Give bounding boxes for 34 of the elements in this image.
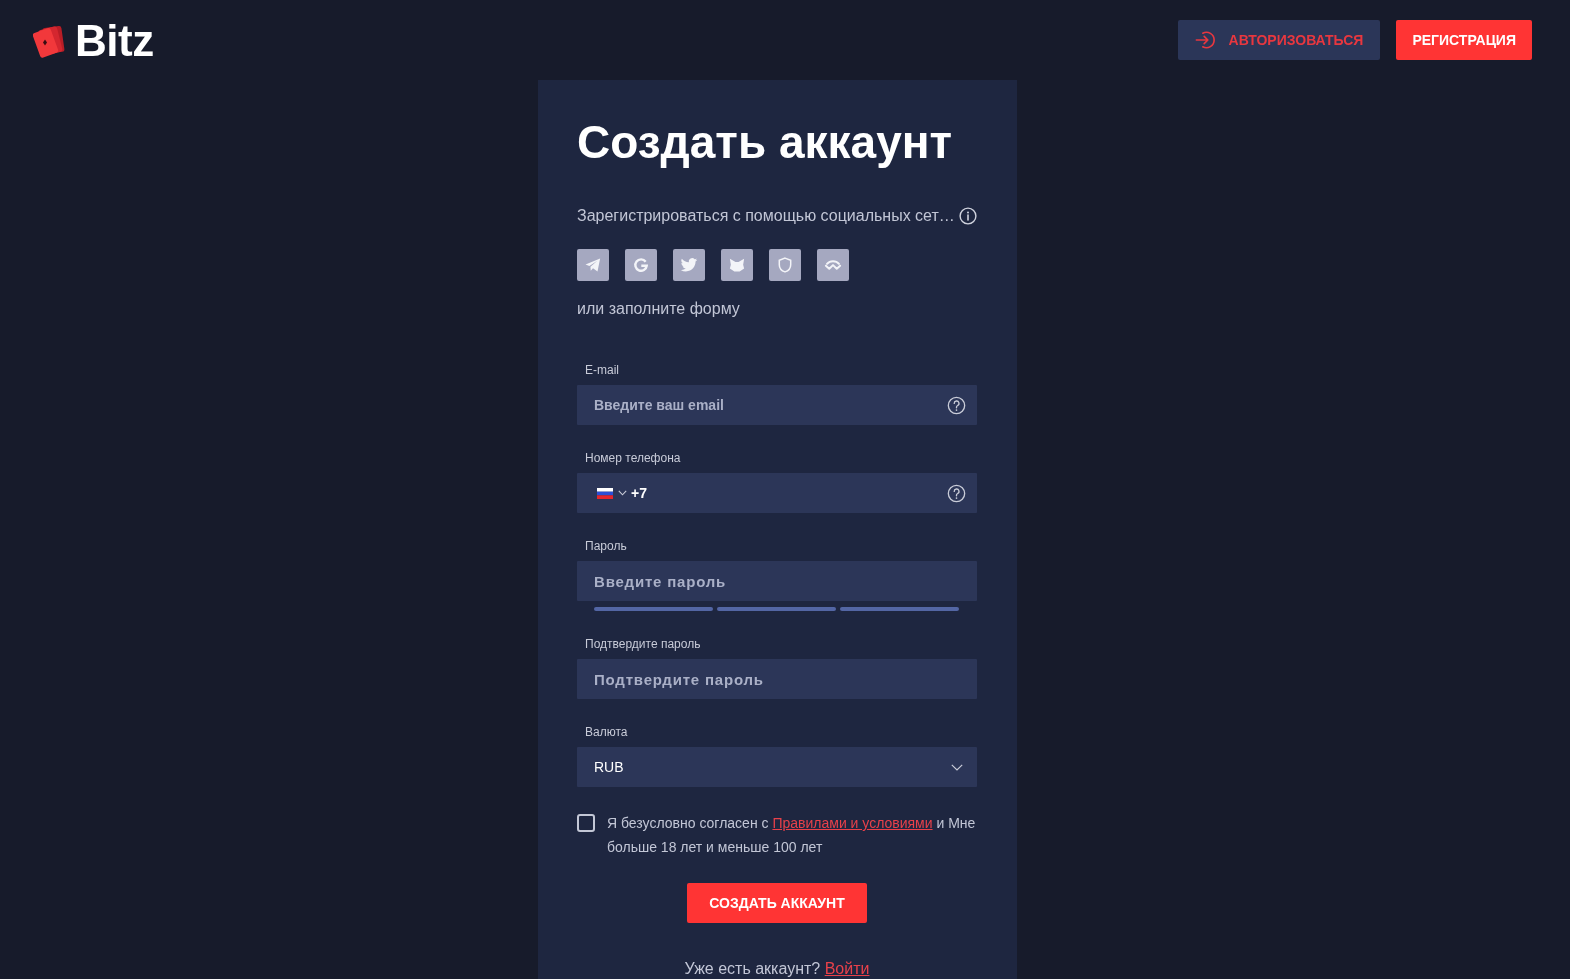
animal-head-icon — [728, 256, 746, 274]
logo-text[interactable]: Bitz — [75, 22, 154, 60]
help-icon[interactable] — [947, 483, 966, 503]
agreement-text: Я безусловно согласен с Правилами и условиями и Мне больше 18 лет и меньше 100 лет — [607, 814, 977, 857]
bird-icon — [680, 256, 698, 274]
field-label: Пароль — [584, 538, 628, 554]
register-button[interactable]: РЕГИСТРАЦИЯ — [1396, 20, 1532, 60]
shield-icon — [776, 256, 794, 274]
checkbox[interactable] — [577, 814, 595, 832]
info-icon[interactable] — [959, 207, 977, 225]
field-label: Подтвердите пароль — [584, 636, 702, 652]
field-label: E-mail — [584, 362, 620, 378]
field-label: Номер телефона — [584, 450, 682, 466]
help-icon[interactable] — [947, 395, 966, 415]
chevron-down-icon — [951, 763, 963, 771]
phone-field[interactable]: +7 — [577, 473, 977, 513]
password-field[interactable]: Введите пароль — [577, 561, 977, 601]
paper-plane-icon — [584, 256, 602, 274]
chevron-down-icon[interactable] — [618, 490, 627, 496]
create-account-button[interactable]: СОЗДАТЬ АККАУНТ — [687, 883, 867, 923]
social-prompt: Зарегистрироваться с помощью социальных сет… — [577, 206, 955, 226]
login-icon — [1194, 29, 1217, 51]
field-label: Валюта — [584, 724, 629, 740]
form-title: Создать аккаунт — [577, 116, 954, 168]
form-prompt: или заполните форму — [577, 299, 741, 319]
email-field[interactable]: Введите ваш email — [577, 385, 977, 425]
login-link[interactable]: Войти — [824, 960, 870, 977]
g-logo-icon — [632, 256, 650, 274]
login-prompt: Уже есть аккаунт? Войти — [683, 960, 871, 978]
flag-icon[interactable] — [597, 487, 613, 499]
currency-dropdown[interactable]: RUB — [577, 747, 977, 787]
login-button[interactable]: АВТОРИЗОВАТЬСЯ — [1177, 20, 1381, 60]
terms-link[interactable]: Правилами и условиями — [772, 815, 933, 831]
password-field[interactable]: Подтвердите пароль — [577, 659, 977, 699]
